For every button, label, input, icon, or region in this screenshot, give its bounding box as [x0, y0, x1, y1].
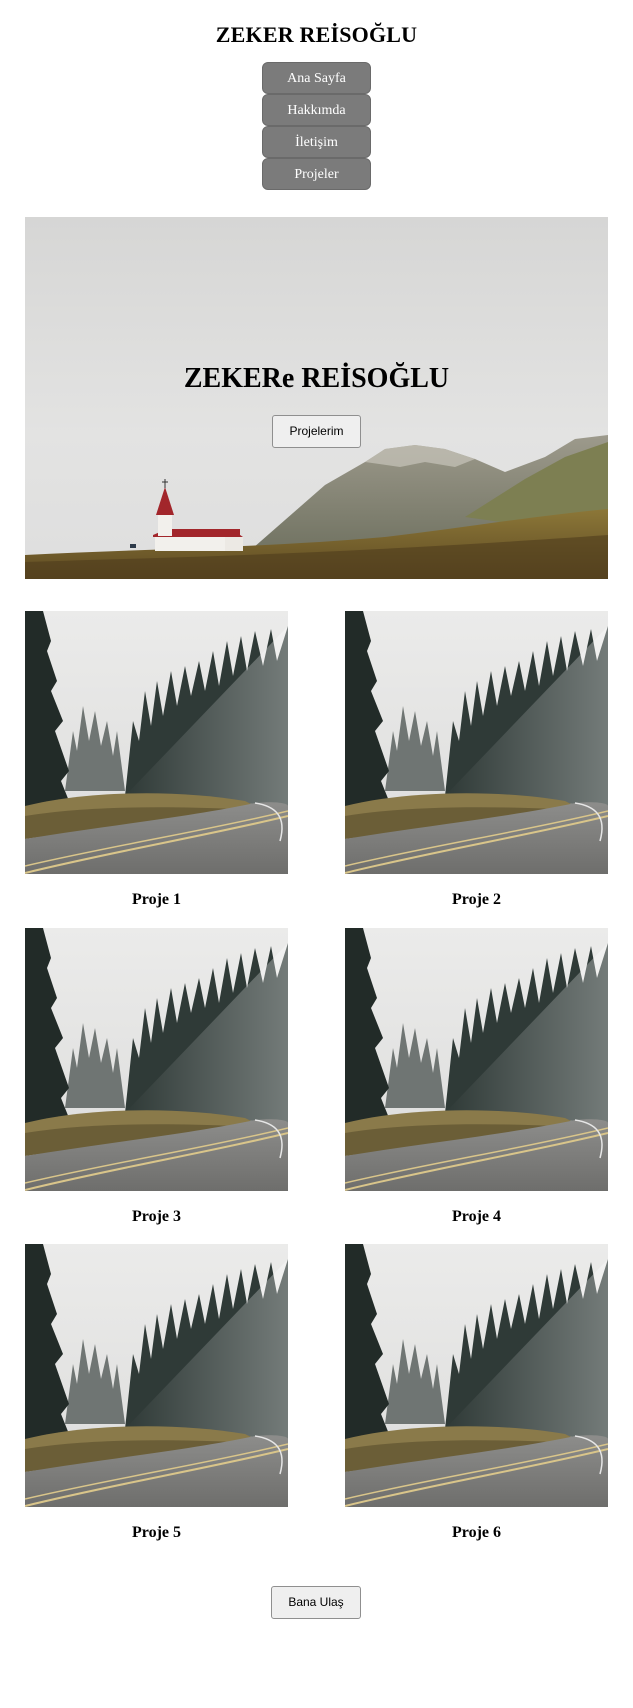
hero-title: ZEKERe REİSOĞLU — [183, 363, 450, 394]
project-card[interactable]: Proje 1 — [25, 611, 288, 908]
project-title: Proje 6 — [451, 1524, 501, 1541]
project-title: Proje 3 — [131, 1208, 181, 1225]
nav-item-ana-sayfa[interactable]: Ana Sayfa — [262, 62, 371, 94]
project-card[interactable]: Proje 3 — [25, 928, 288, 1225]
projects-cta-button[interactable]: Projelerim — [272, 415, 361, 448]
project-thumbnail-image[interactable] — [345, 928, 608, 1191]
main-nav: Ana Sayfa Hakkımda İletişim Projeler — [262, 62, 371, 190]
project-thumbnail-image[interactable] — [345, 611, 608, 874]
project-title: Proje 2 — [451, 891, 501, 908]
project-thumbnail-image[interactable] — [345, 1244, 608, 1507]
project-title: Proje 5 — [131, 1524, 181, 1541]
nav-item-projeler[interactable]: Projeler — [262, 158, 371, 190]
hero-background-image — [25, 217, 608, 579]
project-thumbnail-image[interactable] — [25, 1244, 288, 1507]
hero-banner: ZEKERe REİSOĞLU Projelerim — [25, 217, 608, 579]
project-thumbnail-image[interactable] — [25, 928, 288, 1191]
contact-button[interactable]: Bana Ulaş — [271, 1586, 361, 1619]
project-card[interactable]: Proje 5 — [25, 1244, 288, 1541]
site-title: ZEKER REİSOĞLU — [215, 22, 418, 47]
project-card[interactable]: Proje 2 — [345, 611, 608, 908]
nav-item-iletisim[interactable]: İletişim — [262, 126, 371, 158]
project-title: Proje 1 — [131, 891, 181, 908]
project-thumbnail-image[interactable] — [25, 611, 288, 874]
project-title: Proje 4 — [451, 1208, 501, 1225]
project-card[interactable]: Proje 6 — [345, 1244, 608, 1541]
project-card[interactable]: Proje 4 — [345, 928, 608, 1225]
nav-item-hakkimda[interactable]: Hakkımda — [262, 94, 371, 126]
